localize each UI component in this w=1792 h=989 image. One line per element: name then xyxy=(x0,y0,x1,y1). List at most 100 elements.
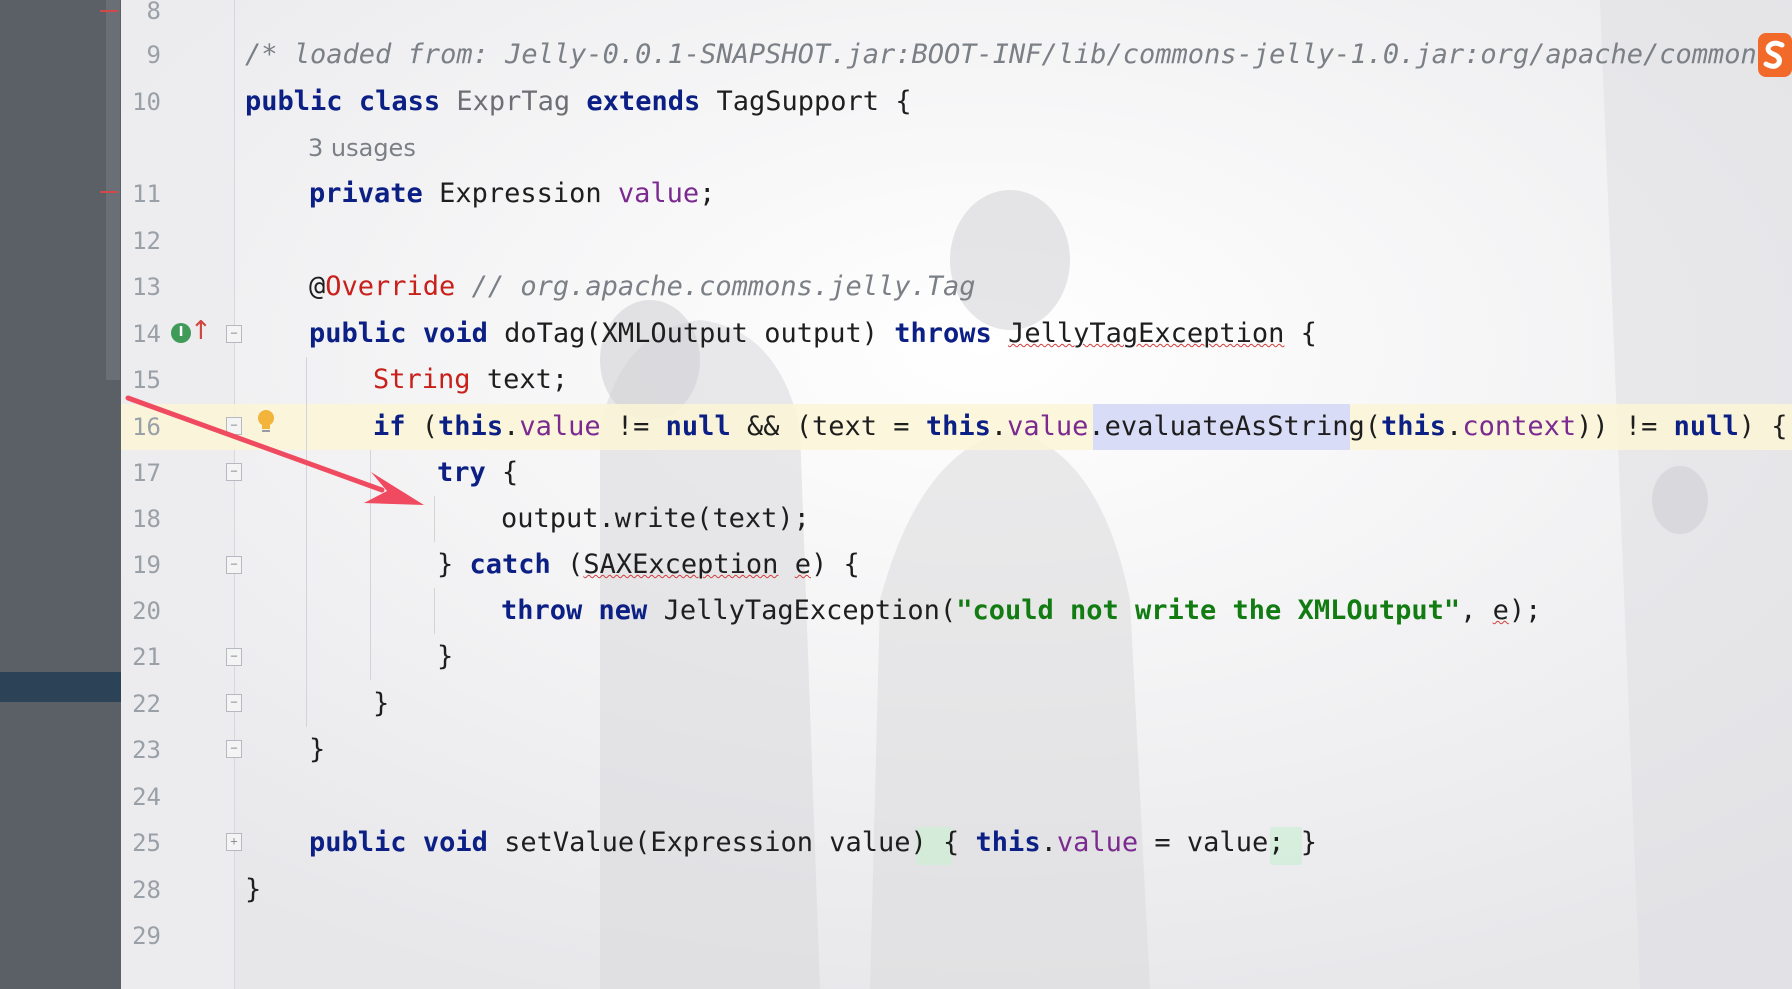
keyword: void xyxy=(422,827,488,858)
punctuation: ) { xyxy=(810,549,860,580)
line-number: 18 xyxy=(132,505,161,533)
variable: e xyxy=(1492,595,1509,626)
type-name: Expression xyxy=(439,178,602,209)
indent-guide xyxy=(434,496,435,542)
code-line[interactable]: output.write(text); xyxy=(501,496,810,542)
code-line[interactable]: } catch (SAXException e) { xyxy=(437,542,860,588)
punctuation: . xyxy=(503,411,520,442)
keyword: this xyxy=(975,827,1041,858)
brace: { xyxy=(502,457,519,488)
keyword: new xyxy=(598,595,648,626)
line-number: 22 xyxy=(132,690,161,718)
keyword: this xyxy=(925,411,991,442)
error-marker xyxy=(100,191,118,193)
code-line[interactable]: throw new JellyTagException("could not w… xyxy=(501,588,1541,634)
keyword: null xyxy=(1673,411,1739,442)
field-name: value xyxy=(1056,827,1139,858)
fold-icon[interactable]: − xyxy=(226,325,242,343)
code-line[interactable]: /* loaded from: Jelly-0.0.1-SNAPSHOT.jar… xyxy=(245,32,1789,78)
fold-icon[interactable]: − xyxy=(226,694,242,712)
brace: } xyxy=(437,549,454,580)
implements-marker-icon[interactable]: I xyxy=(171,323,191,343)
line-number: 28 xyxy=(132,876,161,904)
usages-hint[interactable]: 3 usages xyxy=(308,125,416,171)
code-line[interactable]: public class ExprTag extends TagSupport … xyxy=(245,79,912,125)
punctuation: ); xyxy=(1508,595,1542,626)
constructor-call: JellyTagException( xyxy=(663,595,957,626)
keyword: throws xyxy=(894,318,992,349)
line-number: 23 xyxy=(132,736,161,764)
line-number: 25 xyxy=(132,829,161,857)
indent-guide xyxy=(434,588,435,634)
line-number: 11 xyxy=(132,180,161,208)
scrollbar-track[interactable] xyxy=(106,0,120,380)
keyword: public xyxy=(245,86,343,117)
variable: e xyxy=(794,549,811,580)
fold-icon[interactable]: − xyxy=(226,740,242,758)
code-line[interactable]: public void setValue(Expression value) {… xyxy=(309,820,1317,866)
fold-icon[interactable]: + xyxy=(226,833,242,851)
keyword: if xyxy=(373,411,406,442)
line-number: 15 xyxy=(132,366,161,394)
punctuation: ( xyxy=(567,549,584,580)
super-class: TagSupport xyxy=(716,86,880,117)
code-line[interactable]: @Override // org.apache.commons.jelly.Ta… xyxy=(309,264,976,310)
punctuation: )) xyxy=(1576,411,1609,442)
line-number: 10 xyxy=(132,88,161,116)
line-number: 16 xyxy=(132,413,161,441)
code-line[interactable]: public void doTag(XMLOutput output) thro… xyxy=(309,311,1317,357)
brace: } xyxy=(373,688,390,719)
keyword: null xyxy=(665,411,731,442)
variable: value; xyxy=(1186,827,1285,858)
lightbulb-icon[interactable] xyxy=(256,409,276,437)
code-line[interactable]: if (this.value != null && (text = this.v… xyxy=(373,404,1787,450)
code-line[interactable]: } xyxy=(309,727,325,773)
operator: && xyxy=(746,411,780,442)
selected-panel-item[interactable] xyxy=(0,672,121,702)
punctuation: . xyxy=(1446,411,1463,442)
type-name: String xyxy=(373,364,471,395)
line-number: 12 xyxy=(132,227,161,255)
field-name: value xyxy=(519,411,601,442)
code-line[interactable]: } xyxy=(437,634,453,680)
code-line[interactable]: } xyxy=(245,867,261,913)
keyword: void xyxy=(422,318,488,349)
keyword: extends xyxy=(586,86,701,117)
keyword: try xyxy=(437,457,486,488)
line-number: 14 xyxy=(132,320,161,348)
statement: output.write(text); xyxy=(501,503,810,534)
keyword: class xyxy=(358,86,441,117)
method-signature: setValue(Expression value) xyxy=(504,827,927,858)
line-number: 17 xyxy=(132,459,161,487)
keyword: catch xyxy=(469,549,551,580)
punctuation: , xyxy=(1460,595,1477,626)
field-name: value xyxy=(617,178,700,209)
keyword: this xyxy=(438,411,504,442)
operator: = xyxy=(1154,827,1171,858)
punctuation: . xyxy=(1088,411,1105,442)
fold-icon[interactable]: − xyxy=(226,556,242,574)
brace: } xyxy=(437,641,454,672)
fold-icon[interactable]: − xyxy=(226,417,242,435)
fold-icon[interactable]: − xyxy=(226,648,242,666)
app-logo-icon xyxy=(1758,33,1792,77)
code-line[interactable]: String text; xyxy=(373,357,568,403)
comment: // org.apache.commons.jelly.Tag xyxy=(471,271,976,302)
annotation-at: @ xyxy=(309,271,326,302)
punctuation: . xyxy=(1040,827,1057,858)
left-panel-strip xyxy=(0,0,121,989)
brace: { xyxy=(895,86,912,117)
code-line[interactable]: } xyxy=(373,681,389,727)
line-number: 24 xyxy=(132,783,161,811)
punctuation: ) { xyxy=(1738,411,1788,442)
code-line[interactable]: private Expression value; xyxy=(309,171,715,217)
line-number: 20 xyxy=(132,597,161,625)
error-marker xyxy=(100,10,118,12)
fold-icon[interactable]: − xyxy=(226,463,242,481)
operator: != xyxy=(1624,411,1658,442)
keyword: public xyxy=(309,318,407,349)
field-name: value xyxy=(1007,411,1089,442)
punctuation: ; xyxy=(699,178,716,209)
override-up-arrow-icon[interactable]: ↑ xyxy=(190,318,212,344)
code-line[interactable]: try { xyxy=(437,450,518,496)
